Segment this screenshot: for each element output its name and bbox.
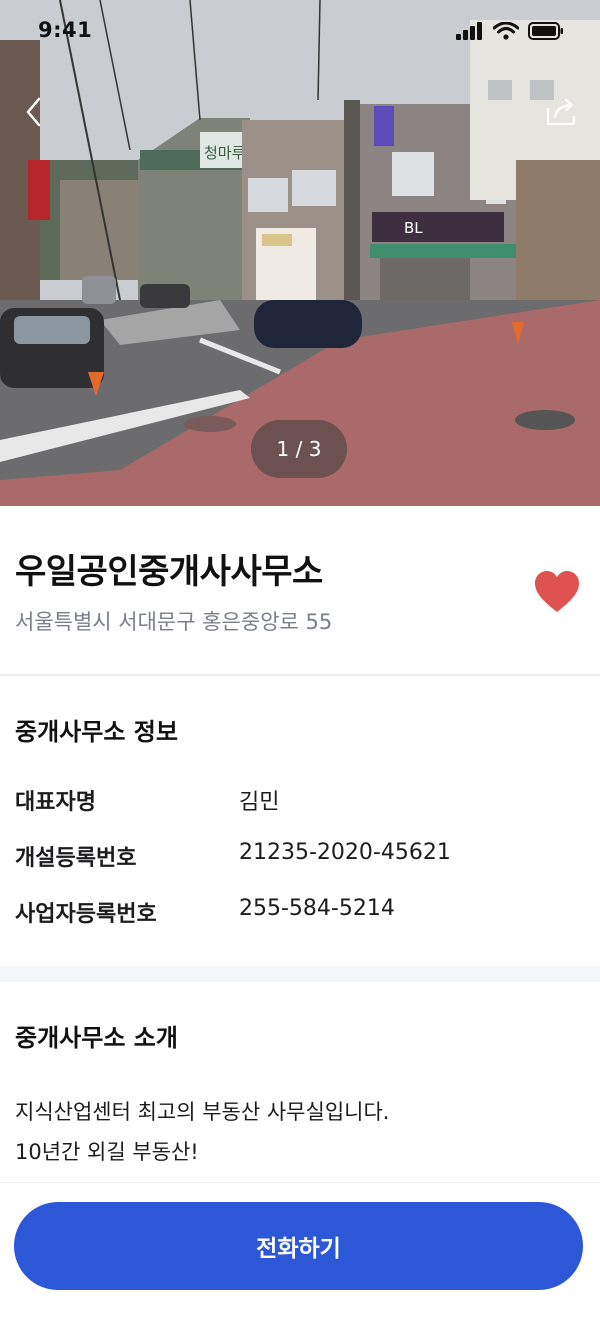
- intro-line: 지식산업센터 최고의 부동산 사무실입니다.: [15, 1100, 390, 1124]
- office-address: 서울특별시 서대문구 홍은중앙로 55: [15, 610, 333, 634]
- battery-icon: [528, 22, 563, 40]
- info-label: 대표자명: [15, 790, 96, 815]
- section-divider: [0, 966, 600, 982]
- status-bar: 9:41: [0, 0, 600, 64]
- info-value: 김민: [239, 790, 280, 815]
- favorite-button[interactable]: [533, 570, 581, 614]
- call-button[interactable]: 전화하기: [14, 1202, 583, 1290]
- info-section-title: 중개사무소 정보: [15, 718, 178, 746]
- intro-line: 10년간 외길 부동산!: [15, 1140, 199, 1164]
- info-value: 255-584-5214: [239, 896, 395, 921]
- hero-photo[interactable]: 청마루 BL 9:41 1 / 3: [0, 0, 600, 506]
- heart-icon: [535, 571, 579, 612]
- share-icon: [546, 98, 576, 126]
- info-row-business-number: 사업자등록번호 255-584-5214: [15, 896, 585, 928]
- info-row-registration-number: 개설등록번호 21235-2020-45621: [15, 840, 585, 872]
- shop-sign-text: BL: [404, 219, 423, 237]
- office-name: 우일공인중개사사무소: [15, 552, 323, 592]
- share-button[interactable]: [542, 92, 582, 132]
- chevron-left-icon: [26, 97, 41, 127]
- info-value: 21235-2020-45621: [239, 840, 451, 865]
- bottom-action-bar: 전화하기: [0, 1182, 600, 1320]
- intro-text: 지식산업센터 최고의 부동산 사무실입니다. 10년간 외길 부동산!: [15, 1092, 585, 1172]
- divider: [0, 674, 600, 676]
- cellular-signal-icon: [456, 22, 482, 40]
- photo-counter: 1 / 3: [251, 420, 347, 478]
- wifi-icon: [493, 22, 519, 40]
- status-time: 9:41: [38, 18, 93, 42]
- info-label: 사업자등록번호: [15, 902, 157, 927]
- back-button[interactable]: [14, 92, 54, 132]
- sign-text: 청마루: [204, 144, 246, 162]
- status-icons: [456, 22, 564, 40]
- info-row-representative: 대표자명 김민: [15, 784, 585, 816]
- intro-section-title: 중개사무소 소개: [15, 1024, 178, 1052]
- office-header: 우일공인중개사사무소 서울특별시 서대문구 홍은중앙로 55: [0, 506, 600, 674]
- info-label: 개설등록번호: [15, 846, 137, 871]
